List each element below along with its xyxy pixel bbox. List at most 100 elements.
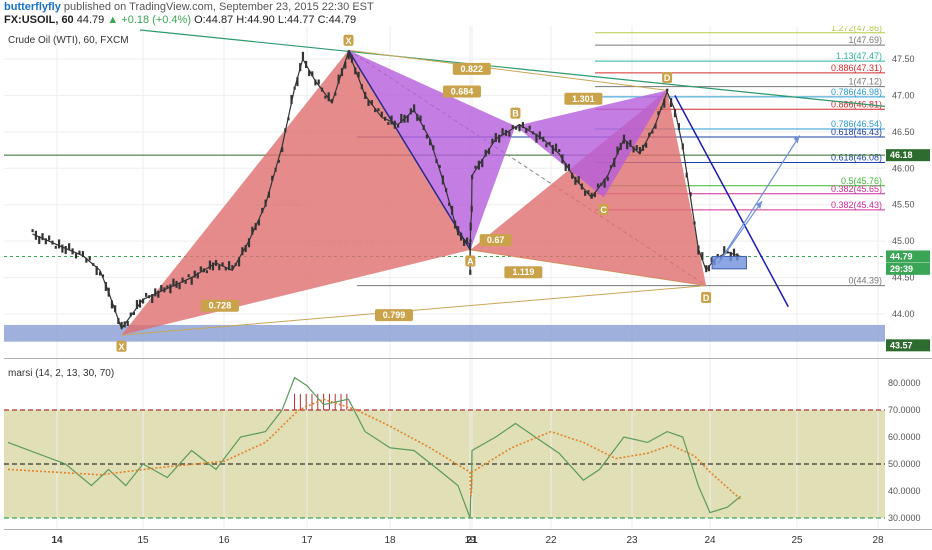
candle (267, 191, 271, 198)
candle (205, 270, 208, 274)
candle (554, 143, 558, 152)
candle (538, 131, 541, 140)
x-tick-label: 15 (137, 535, 149, 546)
candle (574, 176, 577, 185)
candle (732, 248, 736, 257)
candle (416, 113, 419, 121)
candle (81, 251, 84, 258)
candle (148, 295, 151, 299)
x-tick-label: 23 (626, 535, 638, 546)
osc-tick-label: 40.0000 (888, 486, 921, 496)
candle (469, 242, 472, 250)
ratio-label: 0.67 (487, 235, 505, 245)
candle (187, 274, 190, 278)
ratio-label: 1.301 (572, 94, 595, 104)
candle (364, 91, 367, 99)
price-tick-label: 44.00 (892, 309, 915, 319)
candle (88, 256, 91, 261)
candle (521, 122, 524, 129)
candle (78, 250, 81, 255)
candle (632, 146, 635, 153)
price-tick-label: 45.00 (892, 236, 915, 246)
x-tick-label: 28 (872, 535, 884, 546)
fib-label: 1(47.12) (848, 77, 882, 87)
candle (403, 114, 406, 123)
candle (284, 128, 287, 133)
candle (101, 274, 105, 278)
author-name[interactable]: butterflyfly (4, 1, 61, 13)
candle (293, 86, 296, 90)
candle (470, 205, 473, 212)
candle (406, 115, 409, 123)
candle (202, 268, 205, 273)
candle (193, 270, 196, 278)
candle (511, 125, 514, 130)
candle (172, 278, 175, 287)
candle (44, 238, 47, 245)
candle (454, 220, 457, 229)
candle (645, 142, 648, 148)
candle (117, 318, 120, 325)
price-tick-label: 46.00 (892, 163, 915, 173)
candle (689, 192, 692, 197)
osc-tick-label: 50.0000 (888, 459, 921, 469)
price-chart[interactable]: USOILCrude Oil (WTI)1.272(47.86)1(47.69)… (0, 26, 932, 359)
candle (311, 71, 314, 77)
fib-label: 1.13(47.47) (836, 51, 882, 61)
candle (590, 192, 593, 199)
symbol-info: FX:USOIL, 60 44.79 ▲ +0.18 (+0.4%) O:44.… (4, 14, 356, 26)
candle (707, 265, 711, 272)
candle (314, 79, 317, 86)
candle (584, 190, 587, 196)
candle (387, 121, 390, 125)
candle (593, 192, 596, 198)
price-tag: 46.18 (890, 150, 913, 160)
candle (660, 106, 663, 110)
candle (247, 238, 251, 248)
candle (518, 124, 521, 132)
x-tick-label: 21 (466, 535, 478, 546)
candle (425, 134, 428, 139)
x-tick-label: 22 (545, 535, 557, 546)
candle (705, 265, 708, 273)
candle (528, 125, 531, 130)
candle (469, 269, 472, 275)
candle (327, 92, 330, 102)
candle (51, 240, 54, 245)
candle (178, 283, 181, 290)
candle (587, 190, 590, 195)
candle (535, 133, 538, 143)
candle (603, 178, 606, 188)
candle (211, 262, 215, 271)
x-tick-label: 14 (51, 535, 63, 546)
candle (429, 139, 432, 146)
candle (677, 123, 680, 131)
candle (296, 77, 299, 87)
candle (175, 280, 178, 288)
candle (390, 115, 393, 125)
candle (357, 71, 360, 78)
candle (199, 266, 202, 272)
candle (609, 165, 613, 169)
x-tick-label: 25 (791, 535, 803, 546)
fib-label: 0.382(45.65) (831, 184, 882, 194)
candle (619, 142, 622, 150)
chart-title: Crude Oil (WTI), 60, FXCM (8, 35, 129, 46)
candle (132, 312, 135, 316)
candle (377, 108, 380, 112)
candle (438, 165, 441, 169)
price-tick-label: 46.50 (892, 127, 915, 137)
oscillator-chart[interactable]: 80.0000 70.0000 60.0000 50.0000 40.0000 30.00… (0, 359, 932, 550)
candle (419, 115, 422, 122)
candle (460, 232, 463, 241)
point-label: D (703, 293, 710, 303)
candle (129, 312, 132, 317)
candle (673, 109, 677, 118)
fib-label: 0.618(46.43) (831, 127, 882, 137)
candle (670, 97, 673, 107)
candle (208, 260, 212, 270)
candle (224, 267, 227, 271)
price-change: ▲ +0.18 (+0.4%) (107, 14, 191, 26)
price-tick-label: 47.50 (892, 54, 915, 64)
candle (393, 120, 396, 129)
